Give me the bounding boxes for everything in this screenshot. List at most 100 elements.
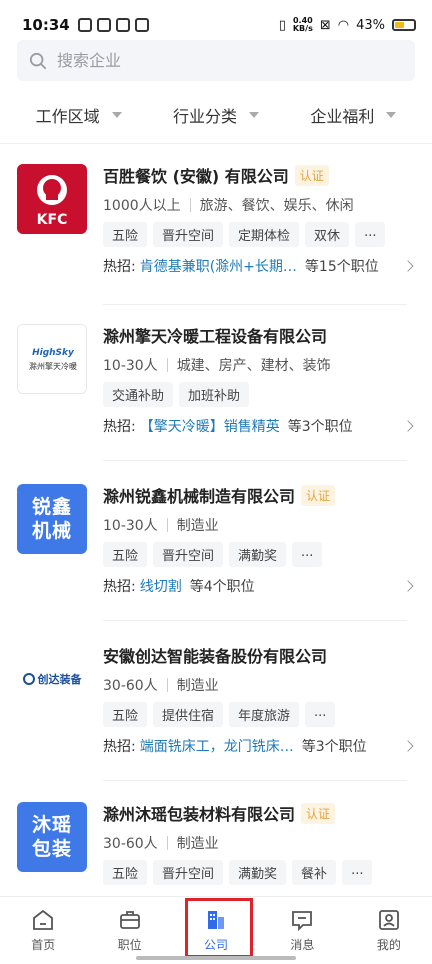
- nav-label: 消息: [290, 938, 315, 952]
- nav-profile[interactable]: 我的: [346, 897, 432, 964]
- hot-job-link[interactable]: 肯德基兼职(滁州+长期…: [140, 256, 297, 276]
- nav-label: 公司: [204, 938, 229, 952]
- company-card[interactable]: KFC 百胜餐饮 (安徽) 有限公司 认证 1000人以上 旅游、餐饮、娱乐、休…: [0, 160, 432, 310]
- company-size: 30-60人: [103, 836, 158, 852]
- company-card[interactable]: HighSky 滁州擎天冷暖 滁州擎天冷暖工程设备有限公司 10-30人 城建、…: [0, 320, 432, 460]
- nav-company[interactable]: 公司: [173, 897, 259, 964]
- chevron-right-icon: [402, 580, 414, 592]
- hot-label: 热招:: [103, 739, 136, 755]
- company-logo: 创达装备: [17, 644, 87, 714]
- status-time: 10:34: [22, 16, 70, 34]
- company-info: 滁州擎天冷暖工程设备有限公司 10-30人 城建、房产、建材、装饰 交通补助 加…: [103, 322, 414, 437]
- benefit-tags: 五险 晋升空间 定期体检 双休 ...: [103, 222, 412, 247]
- separator: [166, 358, 168, 372]
- caret-down-icon: [249, 111, 259, 118]
- benefit-tag: 交通补助: [103, 382, 174, 407]
- search-bar[interactable]: [17, 40, 415, 81]
- company-name: 安徽创达智能装备股份有限公司: [103, 647, 328, 666]
- company-name: 滁州锐鑫机械制造有限公司: [103, 487, 296, 506]
- company-size: 10-30人: [103, 518, 158, 534]
- notification-icon: [96, 18, 111, 32]
- divider: [103, 460, 407, 461]
- benefit-tag: 定期体检: [229, 222, 300, 247]
- company-size: 10-30人: [103, 358, 158, 374]
- divider: [103, 620, 407, 621]
- battery-percent: 43%: [356, 17, 385, 33]
- separator: [166, 678, 168, 692]
- company-card[interactable]: 创达装备 安徽创达智能装备股份有限公司 30-60人 制造业 五险 提供住宿 年…: [0, 640, 432, 780]
- separator: [166, 518, 168, 532]
- company-info: 安徽创达智能装备股份有限公司 30-60人 制造业 五险 提供住宿 年度旅游 .…: [103, 642, 414, 757]
- verified-badge: 认证: [301, 802, 336, 824]
- benefit-tag: 双休: [305, 222, 350, 247]
- briefcase-icon: [119, 911, 140, 929]
- company-name: 滁州沐瑶包装材料有限公司: [103, 805, 296, 824]
- nav-messages[interactable]: 消息: [259, 897, 345, 964]
- building-icon: [208, 911, 225, 929]
- filter-label: 工作区域: [35, 106, 100, 126]
- filter-industry[interactable]: 行业分类: [173, 103, 259, 127]
- benefit-tag: 提供住宿: [153, 702, 224, 727]
- company-industry: 制造业: [176, 836, 219, 852]
- filter-label: 企业福利: [310, 106, 375, 126]
- benefit-tags: 五险 提供住宿 年度旅游 ...: [103, 702, 412, 727]
- net-speed: 0.40 KB/s: [292, 16, 313, 33]
- company-logo: KFC: [17, 164, 87, 234]
- nav-label: 我的: [376, 938, 401, 952]
- kfc-logo: KFC: [17, 164, 87, 234]
- chevron-right-icon: [402, 260, 414, 272]
- company-industry: 城建、房产、建材、装饰: [176, 358, 331, 374]
- notification-icon: [115, 18, 130, 32]
- divider: [103, 304, 407, 305]
- home-indicator: [136, 956, 296, 960]
- chevron-right-icon: [402, 740, 414, 752]
- nav-jobs[interactable]: 职位: [86, 897, 172, 964]
- hot-label: 热招:: [103, 259, 136, 275]
- job-count: 等3个职位: [301, 739, 367, 755]
- company-industry: 制造业: [176, 518, 219, 534]
- sim-icon: ⊠: [319, 17, 331, 33]
- profile-icon: [378, 910, 399, 930]
- company-size: 1000人以上: [103, 198, 181, 214]
- benefit-tag: 年度旅游: [229, 702, 300, 727]
- company-card[interactable]: 沐瑶 包装 滁州沐瑶包装材料有限公司 认证 30-60人 制造业 五险 晋升空间…: [0, 798, 432, 896]
- message-icon: [292, 911, 313, 932]
- chuangda-logo-icon: [22, 673, 35, 685]
- hot-job-link[interactable]: 端面铣床工，龙门铣床…: [140, 736, 294, 756]
- benefit-tag: 满勤奖: [229, 860, 287, 885]
- filter-bar: 工作区域 行业分类 企业福利: [0, 92, 432, 137]
- divider: [103, 780, 407, 781]
- company-card[interactable]: 锐鑫 机械 滁州锐鑫机械制造有限公司 认证 10-30人 制造业 五险 晋升空间…: [0, 480, 432, 620]
- benefit-tag: 晋升空间: [153, 542, 224, 567]
- nav-home[interactable]: 首页: [0, 897, 86, 964]
- company-logo: HighSky 滁州擎天冷暖: [17, 324, 87, 394]
- notification-icons: [77, 18, 149, 32]
- benefit-tag: ...: [305, 702, 336, 727]
- benefit-tag: 五险: [103, 702, 148, 727]
- filter-work-area[interactable]: 工作区域: [36, 103, 122, 127]
- hot-label: 热招:: [103, 419, 136, 435]
- benefit-tag: 满勤奖: [229, 542, 287, 567]
- nav-label: 首页: [31, 938, 56, 952]
- filter-benefits[interactable]: 企业福利: [310, 103, 397, 127]
- filter-label: 行业分类: [172, 106, 237, 126]
- benefit-tag: ...: [355, 222, 386, 247]
- hot-job-link[interactable]: 线切割: [140, 576, 182, 596]
- benefit-tag: ...: [342, 860, 373, 885]
- hot-job-link[interactable]: 【擎天冷暖】销售精英: [140, 416, 280, 436]
- company-industry: 制造业: [176, 678, 219, 694]
- company-info: 百胜餐饮 (安徽) 有限公司 认证 1000人以上 旅游、餐饮、娱乐、休闲 五险…: [103, 162, 414, 277]
- company-logo: 锐鑫 机械: [17, 484, 87, 554]
- company-name: 滁州擎天冷暖工程设备有限公司: [103, 327, 328, 346]
- benefit-tags: 交通补助 加班补助: [103, 382, 412, 407]
- search-input[interactable]: [57, 51, 357, 70]
- job-count: 等4个职位: [189, 579, 255, 595]
- company-logo: 沐瑶 包装: [17, 802, 87, 872]
- search-icon: [29, 52, 47, 69]
- status-right: ▯ 0.40 KB/s ⊠ ◠ 43%: [279, 17, 416, 33]
- company-size: 30-60人: [103, 678, 158, 694]
- job-count: 等3个职位: [287, 419, 353, 435]
- company-name: 百胜餐饮 (安徽) 有限公司: [103, 167, 289, 186]
- svg-text:KFC: KFC: [37, 212, 68, 228]
- benefit-tags: 五险 晋升空间 满勤奖 ...: [103, 542, 412, 567]
